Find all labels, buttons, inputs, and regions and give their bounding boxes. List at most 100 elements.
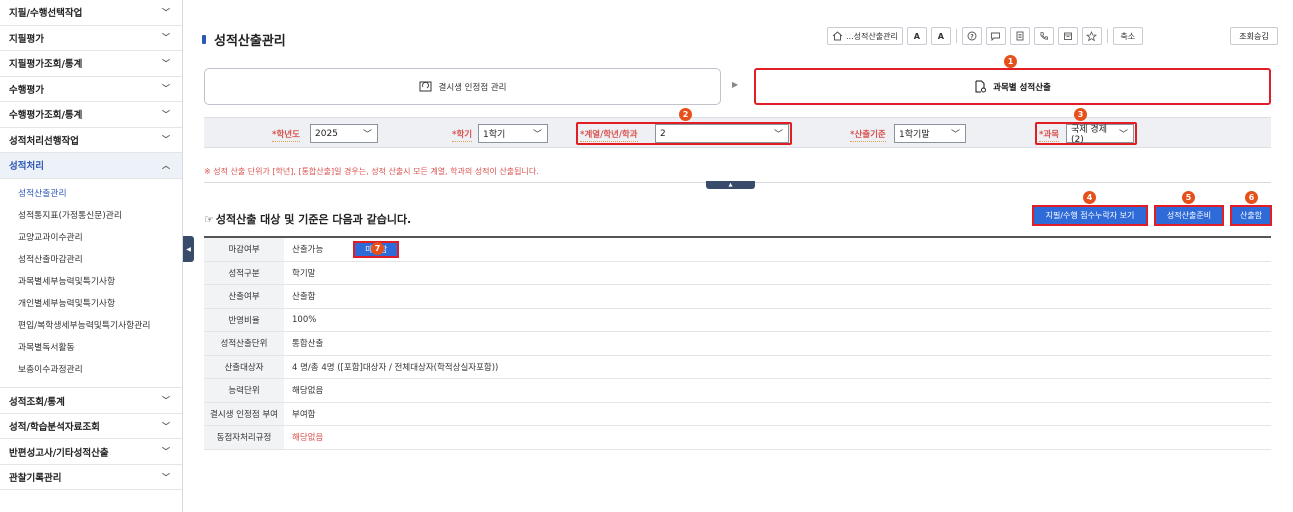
row-key: 산출대상자	[204, 355, 284, 378]
row-value: 해당없음	[292, 386, 324, 397]
semester-select[interactable]: 1학기 ﹀	[478, 124, 548, 143]
basis-value: 1학기말	[899, 130, 930, 140]
chevron-up-icon: ︿	[162, 160, 170, 170]
row-value: 부여함	[292, 409, 316, 420]
page-title-text: 성적산출관리	[214, 34, 286, 49]
sidebar-item-written-stats[interactable]: 지필평가조회/통계 ﹀	[0, 51, 182, 77]
table-row: 성적산출단위 통합산출	[204, 332, 1271, 356]
basis-select[interactable]: 1학기말 ﹀	[894, 124, 966, 143]
year-select[interactable]: 2025 ﹀	[310, 124, 378, 143]
sidebar-item-choice[interactable]: 지필/수행선택작업 ﹀	[0, 0, 182, 26]
sidebar-subitem-grade-calc[interactable]: 성적산출관리	[0, 183, 182, 205]
phone-icon[interactable]	[1033, 27, 1054, 45]
doc-icon[interactable]	[1009, 27, 1030, 45]
row-key: 성적산출단위	[204, 332, 284, 355]
notice-text: ※ 성적 산출 단위가 [학년], [통합산출]일 경우는, 성적 산출시 모든…	[204, 167, 539, 176]
info-table: 마감여부 산출가능 마감함 성적구분 학기말 산출여부 산출함 반영비율 100% 성…	[204, 236, 1271, 450]
dept-highlight	[576, 122, 792, 145]
table-row: 결시생 인정점 부여 부여함	[204, 402, 1271, 426]
sidebar-item-grade-prework[interactable]: 성적처리선행작업 ﹀	[0, 128, 182, 153]
table-row: 동점자처리규정 해당없음	[204, 426, 1271, 450]
sidebar: 지필/수행선택작업 ﹀ 지필평가 ﹀ 지필평가조회/통계 ﹀ 수행평가 ﹀ 수행평가조회…	[0, 0, 183, 512]
toolbar: ...성적산출관리 A A ? 축소	[827, 27, 1143, 45]
sidebar-item-grade-processing[interactable]: 성적처리 ︿	[0, 153, 182, 179]
collapse-left-icon[interactable]: ◀	[183, 236, 194, 262]
sidebar-item-label: 성적처리	[9, 161, 44, 173]
basis-label: *산출기준	[850, 130, 886, 142]
sidebar-item-label: 성적/학습분석자료조회	[9, 422, 100, 434]
chevron-down-icon: ﹀	[162, 472, 170, 482]
lookup-approval-button[interactable]: 조회승김	[1230, 27, 1278, 45]
chevron-down-icon: ﹀	[362, 130, 372, 140]
main-content: 성적산출관리 ...성적산출관리 A A ? 축소 조회승김 결시생 인정점 관…	[194, 0, 1293, 512]
collapse-up-icon[interactable]: ▲	[706, 181, 755, 189]
pointing-hand-icon: ☞	[204, 213, 214, 226]
calculate-button[interactable]: 산출함	[1230, 205, 1272, 226]
row-value: 산출함	[292, 292, 316, 303]
view-missing-scores-button[interactable]: 지필/수행 점수누락자 보기	[1032, 205, 1148, 226]
sidebar-item-label: 지필평가	[9, 33, 44, 45]
sidebar-subitem-supplementary[interactable]: 보충이수과정관리	[0, 359, 182, 381]
tab-absentee-score[interactable]: 결시생 인정점 관리	[204, 68, 721, 105]
sidebar-item-written-eval[interactable]: 지필평가 ﹀	[0, 26, 182, 51]
sidebar-subitem-liberal-arts[interactable]: 교양교과이수관리	[0, 227, 182, 249]
chevron-down-icon: ﹀	[162, 33, 170, 43]
sidebar-subitem-report-card[interactable]: 성적통지표(가정통신문)관리	[0, 205, 182, 227]
sidebar-item-performance-stats[interactable]: 수행평가조회/통계 ﹀	[0, 102, 182, 128]
sidebar-subitem-individual-details[interactable]: 개인별세부능력및특기사항	[0, 293, 182, 315]
sidebar-subitem-calc-close[interactable]: 성적산출마감관리	[0, 249, 182, 271]
row-value: 100%	[292, 314, 317, 325]
home-icon	[832, 31, 843, 41]
font-increase-button[interactable]: A	[930, 27, 951, 45]
chat-icon[interactable]	[985, 27, 1006, 45]
tab-label: 과목별 성적산출	[993, 82, 1051, 93]
sidebar-item-performance-eval[interactable]: 수행평가 ﹀	[0, 77, 182, 102]
sidebar-item-grade-stats[interactable]: 성적조회/통계 ﹀	[0, 388, 182, 414]
shrink-button[interactable]: 축소	[1112, 27, 1143, 45]
sidebar-item-label: 지필평가조회/통계	[9, 59, 83, 71]
chevron-down-icon: ﹀	[162, 84, 170, 94]
chevron-down-icon: ﹀	[162, 7, 170, 17]
toolbar-divider	[1106, 29, 1108, 43]
subject-highlight	[1035, 122, 1137, 145]
row-value: 통합산출	[292, 339, 324, 350]
row-key: 마감여부	[204, 238, 284, 261]
table-row: 반영비율 100%	[204, 308, 1271, 332]
semester-label: *학기	[452, 130, 473, 142]
row-value: 4 명/총 4명 ([포함]대상자 / 전체대상자(학적상실자포함))	[292, 362, 499, 373]
tab-subject-grade-calc[interactable]: 과목별 성적산출	[754, 68, 1271, 105]
sidebar-item-observation[interactable]: 관찰기록관리 ﹀	[0, 465, 182, 491]
sidebar-item-label: 수행평가	[9, 84, 44, 96]
sidebar-subitem-subject-details[interactable]: 과목별세부능력및특기사항	[0, 271, 182, 293]
semester-value: 1학기	[483, 130, 506, 140]
sidebar-item-label: 반편성고사/기타성적산출	[9, 447, 109, 459]
year-label: *학년도	[272, 130, 300, 142]
sidebar-subitem-reading[interactable]: 과목별독서활동	[0, 337, 182, 359]
title-marker	[202, 35, 206, 44]
chevron-down-icon: ﹀	[532, 130, 542, 140]
sidebar-submenu: 성적산출관리 성적통지표(가정통신문)관리 교양교과이수관리 성적산출마감관리 …	[0, 179, 182, 389]
chevron-down-icon: ﹀	[162, 109, 170, 119]
calendar-icon[interactable]	[1057, 27, 1078, 45]
close-badge: 7	[371, 242, 384, 255]
row-key: 결시생 인정점 부여	[204, 402, 284, 425]
chevron-down-icon: ﹀	[162, 58, 170, 68]
table-row: 성적구분 학기말	[204, 261, 1271, 285]
doc-gear-icon	[975, 80, 987, 93]
help-icon[interactable]: ?	[961, 27, 982, 45]
sidebar-item-learning-analysis[interactable]: 성적/학습분석자료조회 ﹀	[0, 414, 182, 440]
sidebar-item-class-placement[interactable]: 반편성고사/기타성적산출 ﹀	[0, 439, 182, 465]
page-title: 성적산출관리	[202, 30, 286, 49]
sidebar-subitem-transfer-details[interactable]: 편입/복학생세부능력및특기사항관리	[0, 315, 182, 337]
sidebar-item-label: 관찰기록관리	[9, 473, 62, 485]
prepare-calc-button[interactable]: 성적산출준비	[1154, 205, 1224, 226]
breadcrumb[interactable]: ...성적산출관리	[827, 27, 903, 45]
action-badge: 4	[1083, 191, 1096, 204]
breadcrumb-text: ...성적산출관리	[846, 31, 898, 41]
font-decrease-button[interactable]: A	[906, 27, 927, 45]
section-title-text: 성적산출 대상 및 기준은 다음과 같습니다.	[215, 213, 412, 226]
table-row: 산출대상자 4 명/총 4명 ([포함]대상자 / 전체대상자(학적상실자포함))	[204, 355, 1271, 379]
star-icon[interactable]	[1081, 27, 1102, 45]
table-row: 능력단위 해당없음	[204, 379, 1271, 403]
step-arrow-icon: ▶	[732, 80, 739, 89]
